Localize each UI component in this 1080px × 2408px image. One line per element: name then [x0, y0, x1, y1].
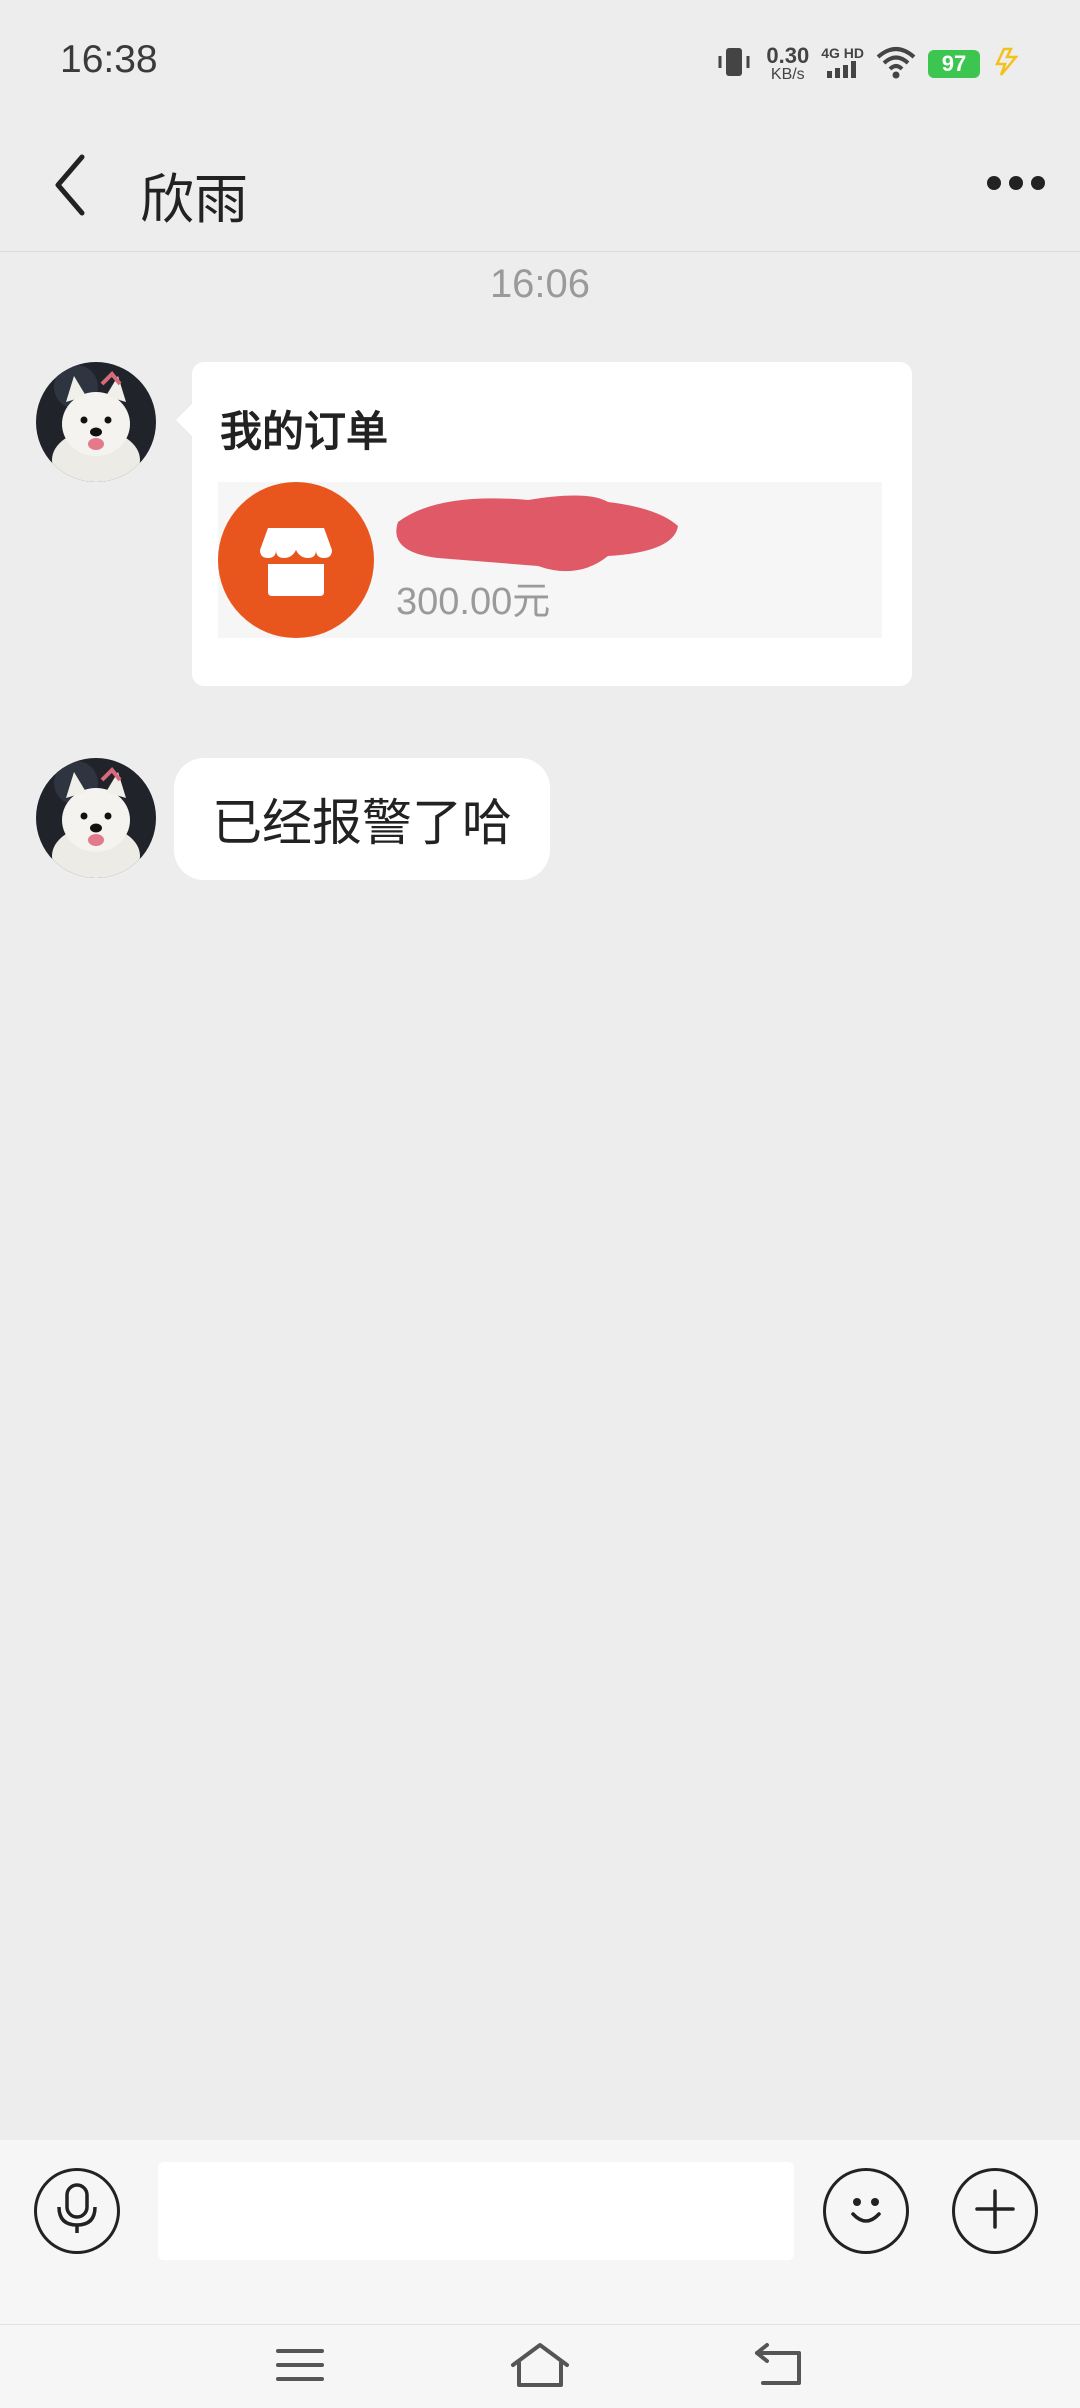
order-item[interactable]: 300.00元 [218, 482, 882, 638]
home-icon [509, 2341, 571, 2393]
order-card-title: 我的订单 [220, 407, 389, 456]
shop-icon [218, 482, 374, 638]
network-speed-value: 0.30 [766, 43, 810, 68]
input-bar [0, 2140, 1080, 2324]
chevron-left-icon [50, 153, 90, 221]
menu-button[interactable] [260, 2337, 340, 2397]
back-nav-icon [753, 2341, 807, 2393]
cellular-status: 4G HD [821, 46, 864, 82]
status-icons: 0.30 KB/s 4G HD 97 [714, 42, 1022, 86]
chat-title: 欣雨 [140, 168, 248, 231]
charging-icon [992, 47, 1022, 81]
status-bar: 16:38 0.30 KB/s 4G HD 97 [0, 0, 1080, 125]
network-speed-unit: KB/s [770, 66, 805, 83]
chat-screen: 16:38 0.30 KB/s 4G HD 97 欣雨 16:06 我的订单 3… [0, 0, 1080, 2408]
plus-button[interactable] [952, 2168, 1038, 2254]
network-speed: 0.30 KB/s [766, 45, 809, 83]
more-button[interactable] [980, 155, 1052, 215]
emoji-button[interactable] [823, 2168, 909, 2254]
battery-icon: 97 [928, 50, 980, 78]
plus-icon [973, 2187, 1017, 2235]
message-input[interactable] [158, 2162, 794, 2260]
smiley-icon [841, 2184, 891, 2238]
back-button[interactable] [40, 147, 100, 227]
wifi-icon [876, 45, 916, 83]
message-bubble[interactable]: 已经报警了哈 [174, 758, 550, 880]
message-timestamp: 16:06 [489, 262, 591, 306]
chat-header: 欣雨 [0, 125, 1080, 252]
status-time: 16:38 [60, 38, 158, 81]
avatar[interactable] [36, 758, 156, 878]
system-nav-bar [0, 2324, 1080, 2408]
back-nav-button[interactable] [740, 2337, 820, 2397]
order-price: 300.00元 [396, 581, 551, 623]
signal-icon [825, 60, 861, 82]
order-card[interactable]: 我的订单 300.00元 [176, 362, 912, 686]
home-button[interactable] [500, 2337, 580, 2397]
more-dots-icon [986, 173, 1046, 197]
network-type: 4G HD [821, 45, 864, 61]
menu-icon [276, 2345, 324, 2389]
voice-button[interactable] [34, 2168, 120, 2254]
avatar[interactable] [36, 362, 156, 482]
microphone-icon [52, 2181, 102, 2241]
vibrate-icon [714, 42, 754, 86]
